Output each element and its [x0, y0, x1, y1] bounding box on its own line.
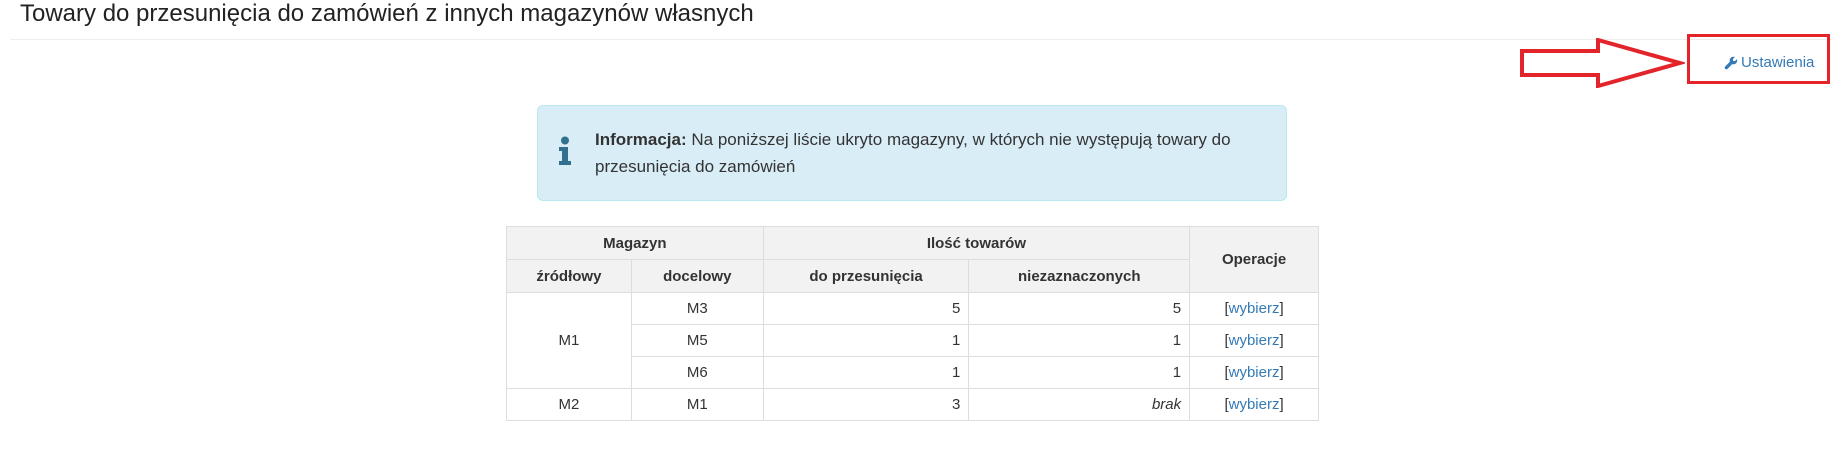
operations-cell: [wybierz]: [1189, 324, 1319, 357]
header-zrodlowy: źródłowy: [506, 259, 632, 293]
settings-link[interactable]: Ustawienia: [1724, 54, 1814, 71]
info-text: Na poniższej liście ukryto magazyny, w k…: [595, 130, 1231, 176]
unselected-count: 5: [968, 292, 1191, 325]
unselected-count: 1: [968, 324, 1191, 357]
to-move-count: 1: [762, 356, 970, 389]
page-title: Towary do przesunięcia do zamówień z inn…: [20, 0, 754, 27]
select-link[interactable]: wybierz: [1229, 364, 1280, 381]
select-link[interactable]: wybierz: [1229, 332, 1280, 349]
source-warehouse-cell: M1: [506, 292, 632, 389]
to-move-count: 5: [762, 292, 970, 325]
wrench-icon: [1724, 56, 1738, 69]
target-warehouse-cell: M5: [630, 324, 764, 357]
info-alert: Informacja: Na poniższej liście ukryto m…: [537, 105, 1287, 201]
to-move-count: 3: [762, 388, 970, 421]
header-docelowy: docelowy: [630, 259, 764, 293]
unselected-count: brak: [968, 388, 1191, 421]
transfer-table: Magazyn Ilość towarów Operacje źródłowy …: [506, 226, 1319, 421]
header-niezaznaczonych: niezaznaczonych: [968, 259, 1191, 293]
table-row: M2 M1 3 brak [wybierz]: [506, 388, 1319, 421]
info-label: Informacja:: [595, 130, 687, 149]
header-do-przesuniecia: do przesunięcia: [762, 259, 970, 293]
header-magazyn: Magazyn: [506, 226, 764, 260]
target-warehouse-cell: M3: [630, 292, 764, 325]
target-warehouse-cell: M1: [630, 388, 764, 421]
arrow-right-icon: [1520, 38, 1685, 88]
target-warehouse-cell: M6: [630, 356, 764, 389]
source-warehouse-cell: M2: [506, 388, 632, 421]
to-move-count: 1: [762, 324, 970, 357]
select-link[interactable]: wybierz: [1229, 396, 1280, 413]
operations-cell: [wybierz]: [1189, 388, 1319, 421]
operations-cell: [wybierz]: [1189, 292, 1319, 325]
info-message: Informacja: Na poniższej liście ukryto m…: [595, 126, 1265, 180]
table-row: M1 M3 5 5 [wybierz]: [506, 292, 1319, 389]
header-ilosc-towarow: Ilość towarów: [762, 226, 1191, 260]
unselected-count: 1: [968, 356, 1191, 389]
settings-link-label: Ustawienia: [1741, 54, 1815, 71]
select-link[interactable]: wybierz: [1229, 300, 1280, 317]
header-operacje: Operacje: [1189, 226, 1319, 293]
info-icon: [559, 136, 571, 165]
operations-cell: [wybierz]: [1189, 356, 1319, 389]
